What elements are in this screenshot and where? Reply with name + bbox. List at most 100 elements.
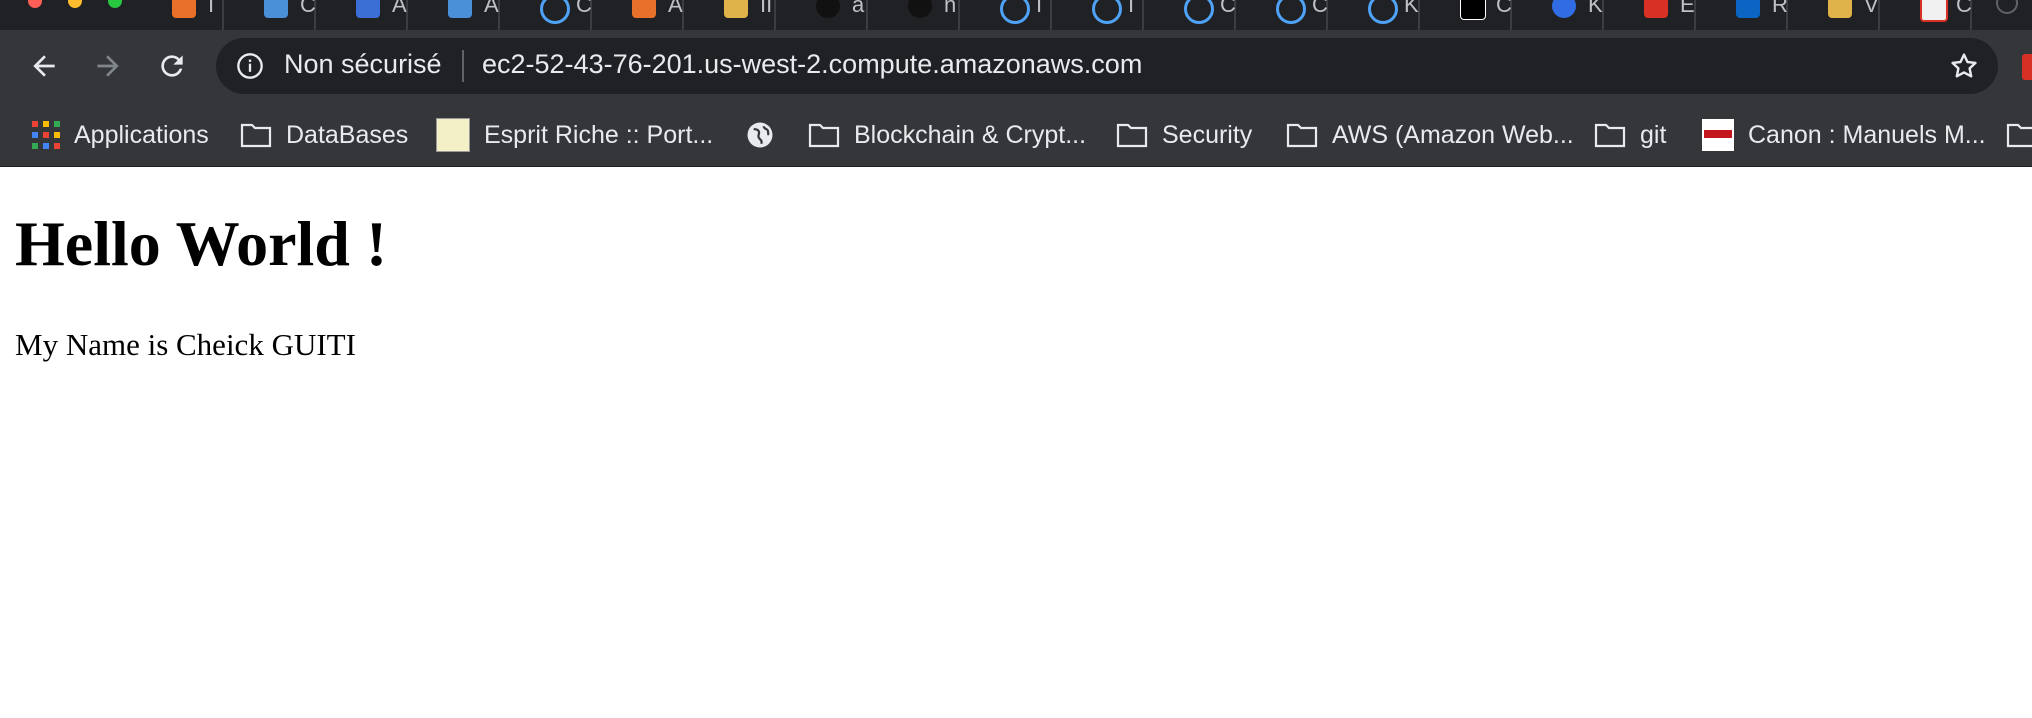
bookmark-databases[interactable]: DataBases xyxy=(240,104,408,166)
tab-title: I xyxy=(1128,0,1135,17)
browser-tab[interactable]: I xyxy=(1052,0,1144,30)
close-window-button[interactable] xyxy=(28,0,42,8)
zoom-window-button[interactable] xyxy=(108,0,122,8)
security-status-label[interactable]: Non sécurisé xyxy=(284,49,442,80)
new-tab-button[interactable] xyxy=(1996,0,2018,14)
folder-icon xyxy=(240,123,272,148)
browser-tab[interactable]: a xyxy=(776,0,868,30)
bookmark-applications[interactable]: Applications xyxy=(32,104,209,166)
address-bar[interactable]: Non sécurisé ec2-52-43-76-201.us-west-2.… xyxy=(216,38,1998,94)
cube-blue-icon xyxy=(356,0,380,18)
tab-title: n xyxy=(944,0,957,17)
bookmark-label: Applications xyxy=(74,120,209,149)
link-icon xyxy=(1368,0,1398,24)
tab-title: C xyxy=(300,0,316,17)
forward-button[interactable] xyxy=(86,44,130,88)
tab-title: C xyxy=(1496,0,1512,17)
bookmarks-bar: Applications DataBases Esprit Riche :: P… xyxy=(0,104,2032,167)
reload-icon xyxy=(161,55,183,77)
tab-title: K xyxy=(1404,0,1419,17)
browser-tab[interactable]: I xyxy=(132,0,224,30)
star-icon[interactable] xyxy=(1948,50,1980,82)
reload-button[interactable] xyxy=(150,44,194,88)
globe-icon xyxy=(747,122,773,148)
browser-tab[interactable]: K xyxy=(1328,0,1420,30)
tab-title: I xyxy=(1036,0,1043,17)
browser-tab[interactable]: C xyxy=(1880,0,1972,30)
arrow-left-icon xyxy=(33,55,55,77)
bookmark-esprit-riche[interactable]: Esprit Riche :: Port... xyxy=(436,104,713,166)
url-text[interactable]: ec2-52-43-76-201.us-west-2.compute.amazo… xyxy=(482,49,1142,80)
bookmark-label: DataBases xyxy=(286,120,409,149)
bookmark-red-icon xyxy=(1644,0,1668,18)
bookmark-canon[interactable]: Canon : Manuels M... xyxy=(1702,104,1986,166)
kubernetes-icon xyxy=(1552,0,1576,18)
browser-tab[interactable]: II xyxy=(684,0,776,30)
tab-title: A xyxy=(484,0,499,17)
bookmark-label: AWS (Amazon Web... xyxy=(1332,120,1574,149)
browser-tab[interactable]: E xyxy=(1604,0,1696,30)
aws-cube-icon xyxy=(172,0,196,18)
omnibox-divider xyxy=(462,50,464,82)
bookmark-overflow-folder[interactable] xyxy=(2006,104,2032,166)
bookmark-label: Blockchain & Crypt... xyxy=(854,120,1087,149)
browser-tab[interactable]: K xyxy=(1512,0,1604,30)
bookmark-label: Security xyxy=(1162,120,1253,149)
tab-title: C xyxy=(1220,0,1236,17)
link-icon xyxy=(1000,0,1030,24)
bookmark-aws[interactable]: AWS (Amazon Web... xyxy=(1286,104,1574,166)
folder-icon xyxy=(808,123,840,148)
browser-tab[interactable]: A xyxy=(316,0,408,30)
minimize-window-button[interactable] xyxy=(68,0,82,8)
browser-tab[interactable]: C xyxy=(500,0,592,30)
extension-icon[interactable] xyxy=(2022,54,2032,80)
browser-tab[interactable]: A xyxy=(408,0,500,30)
browser-tab[interactable]: V xyxy=(1788,0,1880,30)
tab-title: R xyxy=(1772,0,1788,17)
folder-box-icon xyxy=(724,0,748,18)
bookmark-label: Canon : Manuels M... xyxy=(1748,120,1986,149)
aws-cube-icon xyxy=(632,0,656,18)
folder-box-icon xyxy=(264,0,288,18)
bookmark-git[interactable]: git xyxy=(1594,104,1666,166)
browser-tab[interactable]: n xyxy=(868,0,960,30)
bookmark-security[interactable]: Security xyxy=(1116,104,1252,166)
tab-strip: I C A A C A II a n I I C C K C K E R V C xyxy=(0,0,2032,30)
folder-icon xyxy=(1286,123,1318,148)
browser-tab[interactable]: A xyxy=(592,0,684,30)
gmail-icon xyxy=(1920,0,1948,22)
link-icon xyxy=(1092,0,1122,24)
info-icon[interactable] xyxy=(236,52,264,80)
folder-icon xyxy=(2006,123,2032,148)
bookmark-globe[interactable] xyxy=(745,104,775,166)
apps-grid-icon xyxy=(32,121,60,149)
browser-tab[interactable]: C xyxy=(1144,0,1236,30)
folder-icon xyxy=(1594,123,1626,148)
tab-title: C xyxy=(576,0,592,17)
link-icon xyxy=(1276,0,1306,24)
browser-tab[interactable]: I xyxy=(960,0,1052,30)
link-icon xyxy=(540,0,570,24)
tab-title: C xyxy=(1956,0,1972,17)
tab-title: II xyxy=(760,0,773,17)
github-icon xyxy=(816,0,840,18)
toolbar: Non sécurisé ec2-52-43-76-201.us-west-2.… xyxy=(0,30,2032,104)
folder-box-icon xyxy=(1828,0,1852,18)
tab-title: A xyxy=(392,0,407,17)
tab-title: I xyxy=(208,0,215,17)
back-button[interactable] xyxy=(22,44,66,88)
browser-tab[interactable]: C xyxy=(1420,0,1512,30)
page-text: My Name is Cheick GUITI xyxy=(15,327,356,362)
link-icon xyxy=(1184,0,1214,24)
canon-icon xyxy=(1702,119,1734,151)
medium-icon xyxy=(1460,0,1486,20)
site-thumb-icon xyxy=(436,118,470,152)
tab-title: K xyxy=(1588,0,1603,17)
browser-tab[interactable]: R xyxy=(1696,0,1788,30)
bookmark-label: git xyxy=(1640,120,1667,149)
browser-tab[interactable]: C xyxy=(1236,0,1328,30)
bookmark-blockchain[interactable]: Blockchain & Crypt... xyxy=(808,104,1086,166)
browser-tab[interactable]: C xyxy=(224,0,316,30)
page-content: Hello World ! My Name is Cheick GUITI xyxy=(0,167,2032,718)
browser-chrome: I C A A C A II a n I I C C K C K E R V C… xyxy=(0,0,2032,167)
